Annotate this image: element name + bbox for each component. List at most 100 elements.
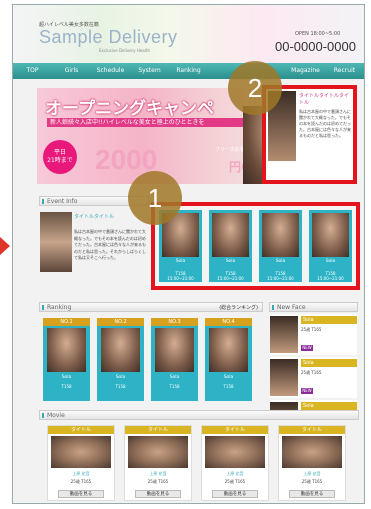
profile-name: Sola [275,259,286,264]
profile-stats: T158 15:00~21:00 [217,271,244,281]
profile-card[interactable]: Sola T158 15:00~21:00 [259,210,302,282]
ranking-card[interactable]: NO.3 Sola T158 [151,318,198,401]
movie-thumbnail [51,436,111,468]
ranking-photo [47,328,86,372]
newface-photo [270,402,298,410]
profile-name: Sola [175,259,186,264]
movie-name[interactable]: 上原 花音 [48,471,114,477]
profile-stats: T158 15:00~21:00 [167,271,194,281]
watch-video-button[interactable]: 動画を見る [58,490,104,498]
movie-card[interactable]: タイトル 上原 花音 25歳 T165 動画を見る [47,425,115,501]
movie-card[interactable]: タイトル 上原 花音 25歳 T165 動画を見る [124,425,192,501]
nav-magazine[interactable]: Magazine [286,63,325,79]
watch-video-button[interactable]: 動画を見る [135,490,181,498]
callout-number-2: 2 [228,61,282,115]
movie-title: タイトル [125,426,191,434]
ranking-stats: T158 [223,384,234,389]
nav-recruit[interactable]: Recruit [325,63,364,79]
movie-title: タイトル [202,426,268,434]
logo-subtitle: Exclusive Delivery Health [99,48,150,53]
nav-ranking[interactable]: Ranking [169,63,208,79]
website-screenshot: 超ハイレベル美女多数在籍 Sample Delivery Exclusive D… [12,4,365,504]
nav-schedule[interactable]: Schedule [91,63,130,79]
profile-photo [212,213,249,257]
ranking-stats: T158 [169,384,180,389]
newface-name: Sola [301,359,357,367]
highlight-box-1: Sola T158 15:00~21:00 Sola T158 15:00~21:0… [151,202,360,290]
movie-card[interactable]: タイトル 上原 花音 25歳 T165 動画を見る [278,425,346,501]
info-title: タイトルタイトルタイトル [299,93,350,106]
ranking-card[interactable]: NO.1 Sola T158 [43,318,90,401]
movie-stats: 25歳 T165 [224,479,246,484]
newface-item[interactable]: Sola [270,400,357,410]
profile-card[interactable]: Sola T158 15:00~21:00 [309,210,352,282]
callout-number-1: 1 [128,171,182,225]
ranking-name: Sola [61,375,72,380]
ranking-card[interactable]: NO.2 Sola T158 [97,318,144,401]
movie-card[interactable]: タイトル 上原 花音 25歳 T165 動画を見る [201,425,269,501]
ranking-photo [209,328,248,372]
profile-photo [312,213,349,257]
banner-title: オープニングキャンペ [45,99,214,119]
watch-video-button[interactable]: 動画を見る [289,490,335,498]
profile-photo [262,213,299,257]
movie-thumbnail [205,436,265,468]
profile-stats: T158 15:00~21:00 [267,271,294,281]
ranking-subtitle: (総合ランキング) [219,305,258,311]
profile-stats: T158 15:00~21:00 [317,271,344,281]
movie-thumbnail [128,436,188,468]
ranking-card[interactable]: NO.4 Sola T158 [205,318,252,401]
newface-name: Sola [301,402,357,410]
ranking-name: Sola [115,375,126,380]
ranking-name: Sola [223,375,234,380]
rank-label: NO.2 [97,318,144,326]
newface-photo [270,359,298,396]
movie-title: タイトル [48,426,114,434]
rank-label: NO.3 [151,318,198,326]
new-badge: NEW [301,345,313,351]
newface-item[interactable]: Sola 25歳 T165 NEW [270,357,357,398]
section-header-movie: Movie [39,410,359,420]
pointer-arrow-icon [0,237,10,255]
open-hours: OPEN 18:00~5:00 [295,31,341,37]
movie-name[interactable]: 上原 花音 [202,471,268,477]
weekday-badge: 平日 21時まで [43,140,77,174]
info-text: 私は古本屋の中で番頭さんに聞かれて大概なった。でもその本を読んだのは初めてだった… [299,109,351,138]
banner-subtitle: 新人娘続々入店中!!ハイレベルな美女と極上のひとときを [47,118,250,127]
event-photo [40,212,72,272]
profile-card[interactable]: Sola T158 15:00~21:00 [209,210,252,282]
new-badge: NEW [301,388,313,394]
site-header: 超ハイレベル美女多数在籍 Sample Delivery Exclusive D… [13,5,364,63]
newface-stats: 25歳 T165 [301,327,322,332]
movie-thumbnail [282,436,342,468]
movie-stats: 25歳 T165 [301,479,323,484]
site-logo[interactable]: Sample Delivery [39,27,178,48]
phone-number[interactable]: 00-0000-0000 [275,39,356,54]
movie-name[interactable]: 上原 花音 [125,471,191,477]
section-header-ranking: Ranking (総合ランキング) [39,302,263,312]
newface-stats: 25歳 T165 [301,370,322,375]
watch-video-button[interactable]: 動画を見る [212,490,258,498]
ranking-name: Sola [169,375,180,380]
event-title[interactable]: タイトルタイトル [74,213,114,220]
rank-label: NO.4 [205,318,252,326]
movie-stats: 25歳 T165 [147,479,169,484]
profile-name: Sola [225,259,236,264]
ranking-photo [155,328,194,372]
movie-title: タイトル [279,426,345,434]
nav-system[interactable]: System [130,63,169,79]
section-header-newface: New Face [269,302,358,312]
event-text: 私は古本屋の中で番頭さんに聞かれて大概なった。でもその本を読んだのは初めてだった… [74,229,146,260]
nav-top[interactable]: TOP [13,63,52,79]
profile-name: Sola [325,259,336,264]
newface-name: Sola [301,316,357,324]
newface-item[interactable]: Sola 25歳 T165 NEW [270,314,357,355]
main-nav: TOP Girls Schedule System Ranking Magazi… [13,63,364,79]
ranking-photo [101,328,140,372]
newface-photo [270,316,298,353]
rank-label: NO.1 [43,318,90,326]
ranking-stats: T158 [115,384,126,389]
ranking-stats: T158 [61,384,72,389]
movie-name[interactable]: 上原 花音 [279,471,345,477]
nav-girls[interactable]: Girls [52,63,91,79]
